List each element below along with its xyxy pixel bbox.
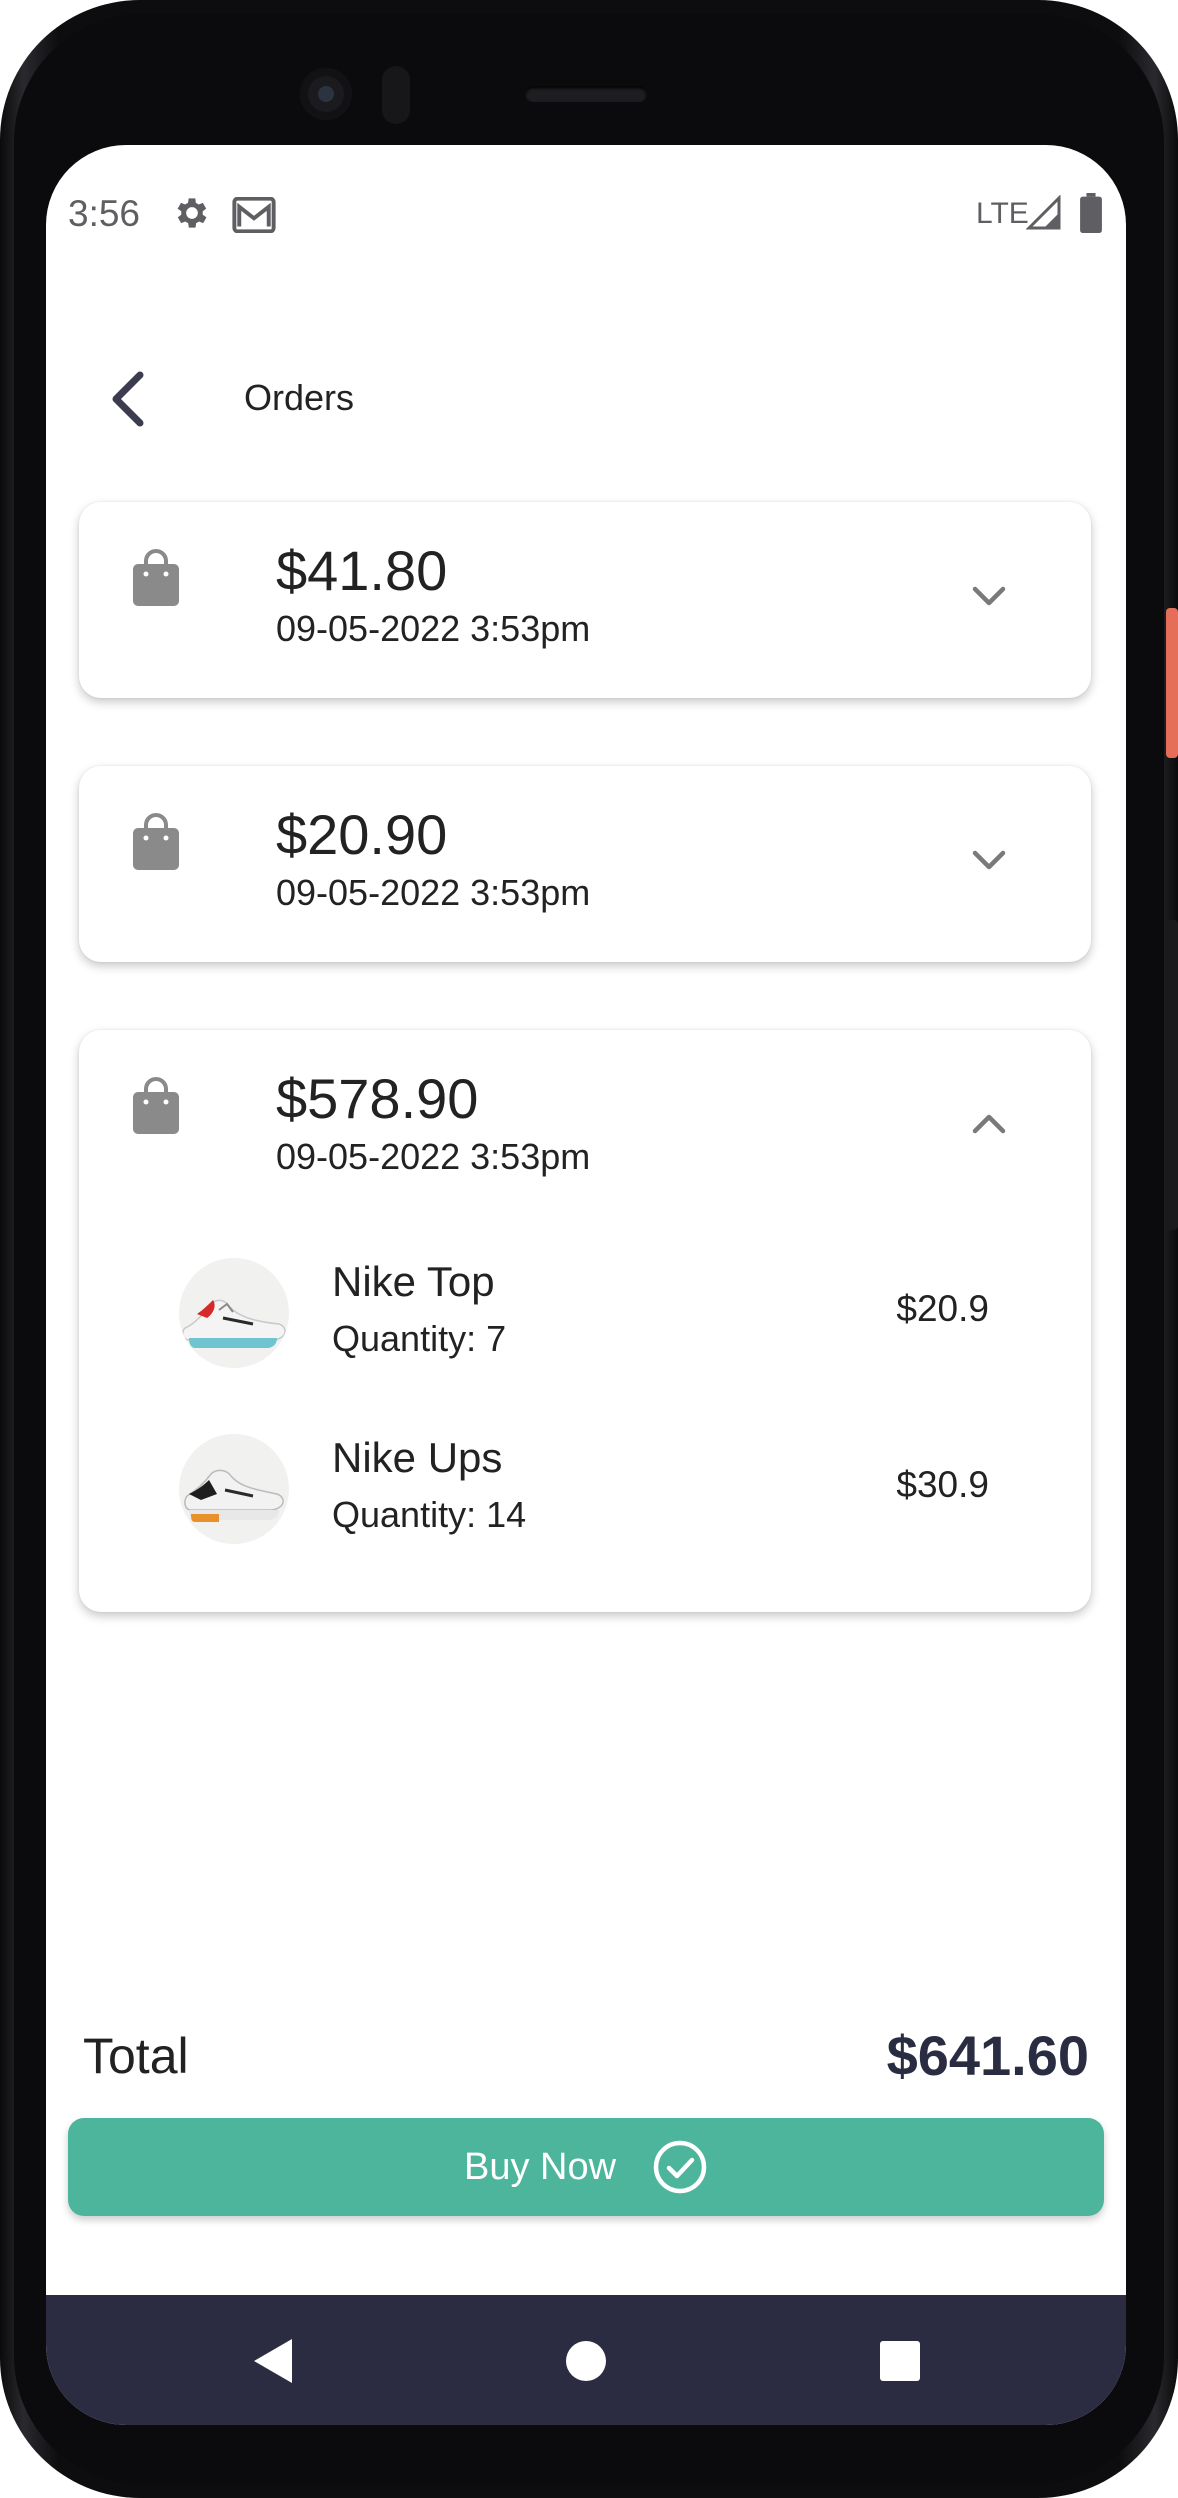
square-recents-icon: [880, 2341, 920, 2381]
order-amount: $41.80: [276, 539, 448, 602]
product-image-nike-top: [179, 1258, 289, 1368]
chevron-down-icon: [972, 850, 1006, 870]
chevron-down-icon: [972, 586, 1006, 606]
product-image-nike-ups: [179, 1434, 289, 1544]
battery-icon: [1080, 193, 1102, 233]
status-bar: 3:56 LTE: [46, 145, 1126, 285]
item-name: Nike Ups: [332, 1434, 503, 1481]
order-date: 09-05-2022 3:53pm: [276, 608, 591, 649]
system-nav-bar: [46, 2295, 1126, 2425]
order-date: 09-05-2022 3:53pm: [276, 1136, 591, 1177]
page-title: Orders: [244, 377, 355, 418]
order-amount: $578.90: [276, 1067, 479, 1130]
check-circle-icon: [653, 2140, 707, 2194]
collapse-button[interactable]: [959, 1094, 1019, 1154]
buy-now-button[interactable]: Buy Now: [68, 2118, 1104, 2216]
phone-frame: 3:56 LTE Orders $41.80 09-05-2022 3:53pm…: [0, 0, 1178, 2498]
sneaker-icon: [182, 1299, 286, 1348]
item-name: Nike Top: [332, 1258, 495, 1305]
chevron-up-icon: [972, 1114, 1006, 1134]
chevron-left-icon: [112, 371, 144, 427]
order-card-expanded[interactable]: $578.90 09-05-2022 3:53pm Nike Top Quant…: [79, 1030, 1091, 1612]
sneaker-icon: [184, 1469, 284, 1522]
shopping-bag-icon: [133, 813, 179, 870]
earpiece-speaker: [525, 86, 647, 102]
back-button[interactable]: [96, 361, 160, 437]
shopping-bag-icon: [133, 1077, 179, 1134]
order-item[interactable]: Nike Ups Quantity: 14 $30.9: [79, 1424, 1091, 1622]
item-quantity: Quantity: 14: [332, 1494, 527, 1535]
gmail-icon: [232, 197, 276, 233]
front-camera: [300, 68, 352, 120]
item-quantity: Quantity: 7: [332, 1318, 507, 1359]
triangle-back-icon: [254, 2339, 292, 2383]
network-label: LTE: [976, 197, 1029, 230]
gear-icon: [177, 198, 207, 228]
power-button: [1166, 608, 1178, 758]
expand-button[interactable]: [959, 566, 1019, 626]
proximity-sensor: [382, 66, 410, 124]
item-price: $20.9: [896, 1288, 989, 1329]
order-card-header[interactable]: $578.90 09-05-2022 3:53pm: [79, 1030, 1091, 1226]
signal-icon: [1026, 195, 1061, 230]
total-label: Total: [83, 2028, 189, 2084]
nav-back-button[interactable]: [246, 2333, 302, 2389]
shopping-bag-icon: [133, 549, 179, 606]
total-value: $641.60: [886, 2024, 1089, 2087]
expand-button[interactable]: [959, 830, 1019, 890]
nav-home-button[interactable]: [558, 2333, 614, 2389]
app-bar: Orders: [46, 345, 1126, 455]
order-amount: $20.90: [276, 803, 448, 866]
order-item[interactable]: Nike Top Quantity: 7 $20.9: [79, 1226, 1091, 1424]
order-date: 09-05-2022 3:53pm: [276, 872, 591, 913]
order-card[interactable]: $41.80 09-05-2022 3:53pm: [79, 502, 1091, 698]
order-card[interactable]: $20.90 09-05-2022 3:53pm: [79, 766, 1091, 962]
item-price: $30.9: [896, 1464, 989, 1505]
screen: 3:56 LTE Orders $41.80 09-05-2022 3:53pm…: [46, 145, 1126, 2425]
order-card-header[interactable]: $20.90 09-05-2022 3:53pm: [79, 766, 1091, 962]
volume-button: [1166, 920, 1178, 1230]
status-time: 3:56: [68, 193, 141, 234]
buy-now-label: Buy Now: [463, 2145, 617, 2188]
nav-recents-button[interactable]: [872, 2333, 928, 2389]
circle-home-icon: [566, 2341, 606, 2381]
order-card-header[interactable]: $41.80 09-05-2022 3:53pm: [79, 502, 1091, 698]
